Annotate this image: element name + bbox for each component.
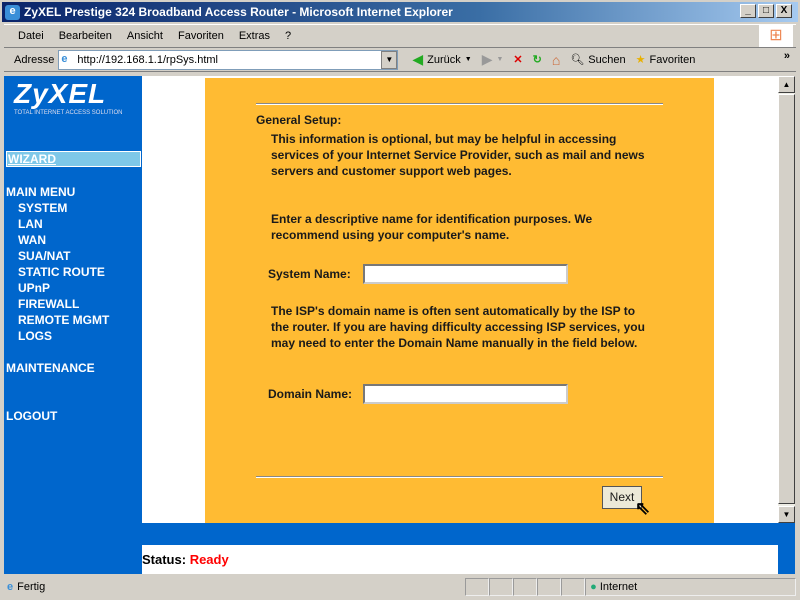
system-name-input[interactable]: [363, 264, 568, 284]
zone-pane: ● Internet: [585, 578, 796, 596]
title-bar: e ZyXEL Prestige 324 Broadband Access Ro…: [0, 0, 800, 24]
close-button[interactable]: X: [776, 4, 792, 18]
dropdown-icon[interactable]: ▼: [496, 56, 503, 63]
menu-help[interactable]: ?: [285, 30, 291, 42]
globe-icon: ●: [590, 581, 597, 593]
back-arrow-icon: ◀: [412, 51, 424, 67]
sidebar-item-maintenance[interactable]: MAINTENANCE: [6, 361, 95, 375]
search-icon: 🔍︎: [570, 54, 585, 66]
sidebar-item-lan[interactable]: LAN: [18, 217, 43, 231]
toolbar-more-icon[interactable]: »: [784, 50, 790, 62]
window-title: ZyXEL Prestige 324 Broadband Access Rout…: [24, 5, 453, 19]
page-icon: e: [61, 52, 68, 65]
domain-hint-text: The ISP's domain name is often sent auto…: [271, 304, 645, 350]
sidebar-item-remote-mgmt[interactable]: REMOTE MGMT: [18, 313, 109, 327]
dropdown-icon[interactable]: ▼: [465, 56, 472, 63]
star-icon: ★: [635, 54, 646, 66]
vertical-scrollbar[interactable]: ▲ ▼: [778, 76, 795, 523]
status-pane: [513, 578, 538, 596]
favorites-label: Favoriten: [649, 53, 696, 66]
menu-bearbeiten[interactable]: Bearbeiten: [59, 30, 112, 42]
maximize-button[interactable]: □: [758, 4, 774, 18]
sidebar-item-wan[interactable]: WAN: [18, 233, 46, 247]
status-pane: [465, 578, 490, 596]
menu-datei[interactable]: Datei: [18, 30, 44, 42]
zyxel-logo: ZyXEL: [14, 78, 107, 109]
general-setup-panel: General Setup: This information is optio…: [205, 78, 714, 523]
system-name-label: System Name:: [268, 267, 351, 281]
address-label: Adresse: [14, 53, 55, 66]
windows-logo-icon: ⊞: [759, 25, 793, 47]
divider: [256, 476, 663, 478]
logo-tagline: Total Internet Access Solution: [14, 110, 123, 116]
sidebar-footer: [4, 545, 142, 574]
back-button[interactable]: ◀ Zurück ▼: [412, 51, 471, 68]
back-label: Zurück: [427, 53, 461, 66]
forward-button[interactable]: ▶ ▼: [482, 51, 504, 68]
menu-ansicht[interactable]: Ansicht: [127, 30, 163, 42]
search-label: Suchen: [588, 53, 626, 66]
sidebar-item-logs[interactable]: LOGS: [18, 329, 52, 343]
intro-text: This information is optional, but may be…: [271, 132, 645, 178]
favorites-button[interactable]: ★ Favoriten: [635, 53, 696, 67]
home-icon[interactable]: ⌂: [552, 52, 560, 68]
sidebar-item-wizard[interactable]: WIZARD: [6, 151, 141, 167]
address-url: http://192.168.1.1/rpSys.html: [77, 53, 218, 66]
sidebar-item-static-route[interactable]: STATIC ROUTE: [18, 265, 105, 279]
address-bar: Adresse e http://192.168.1.1/rpSys.html …: [4, 48, 796, 72]
page-done-icon: e: [7, 581, 14, 593]
sidebar-item-sua-nat[interactable]: SUA/NAT: [18, 249, 70, 263]
ie-icon: e: [5, 5, 20, 20]
mouse-cursor-icon: ⇖: [635, 498, 651, 518]
domain-name-input[interactable]: [363, 384, 568, 404]
browser-status-bar: e Fertig ● Internet: [4, 577, 796, 597]
zone-label: Internet: [599, 581, 638, 593]
status-label: Status:: [142, 552, 187, 567]
name-hint-text: Enter a descriptive name for identificat…: [271, 212, 593, 242]
status-value: Ready: [189, 552, 229, 567]
status-pane: [489, 578, 514, 596]
footer-bar: [142, 523, 795, 545]
main-menu-heading[interactable]: MAIN MENU: [6, 185, 75, 199]
router-status: Status: Ready: [142, 545, 778, 574]
minimize-button[interactable]: _: [740, 4, 756, 18]
forward-arrow-icon: ▶: [481, 51, 493, 67]
search-button[interactable]: 🔍︎ Suchen: [570, 53, 626, 67]
sidebar-item-system[interactable]: SYSTEM: [18, 201, 67, 215]
scroll-down-button[interactable]: ▼: [778, 506, 795, 523]
sidebar-nav: ZyXEL Total Internet Access Solution WIZ…: [4, 76, 142, 546]
sidebar-item-logout[interactable]: LOGOUT: [6, 409, 57, 423]
address-dropdown-button[interactable]: ▼: [381, 50, 398, 69]
sidebar-item-upnp[interactable]: UPnP: [18, 281, 50, 295]
footer-edge: [778, 545, 795, 574]
section-heading: General Setup:: [256, 113, 342, 127]
scroll-up-button[interactable]: ▲: [778, 76, 795, 93]
address-input[interactable]: e http://192.168.1.1/rpSys.html ▼: [58, 49, 399, 70]
refresh-icon[interactable]: ↻: [533, 53, 542, 66]
status-text: Fertig: [17, 581, 46, 593]
menu-favoriten[interactable]: Favoriten: [178, 30, 224, 42]
menu-bar: Datei Bearbeiten Ansicht Favoriten Extra…: [4, 24, 796, 48]
divider: [256, 103, 663, 105]
stop-icon[interactable]: ✕: [513, 53, 522, 66]
menu-extras[interactable]: Extras: [239, 30, 270, 42]
domain-name-label: Domain Name:: [268, 387, 353, 401]
status-pane: [561, 578, 586, 596]
status-pane: [537, 578, 562, 596]
sidebar-item-firewall[interactable]: FIREWALL: [18, 297, 79, 311]
scroll-thumb[interactable]: [778, 94, 795, 504]
